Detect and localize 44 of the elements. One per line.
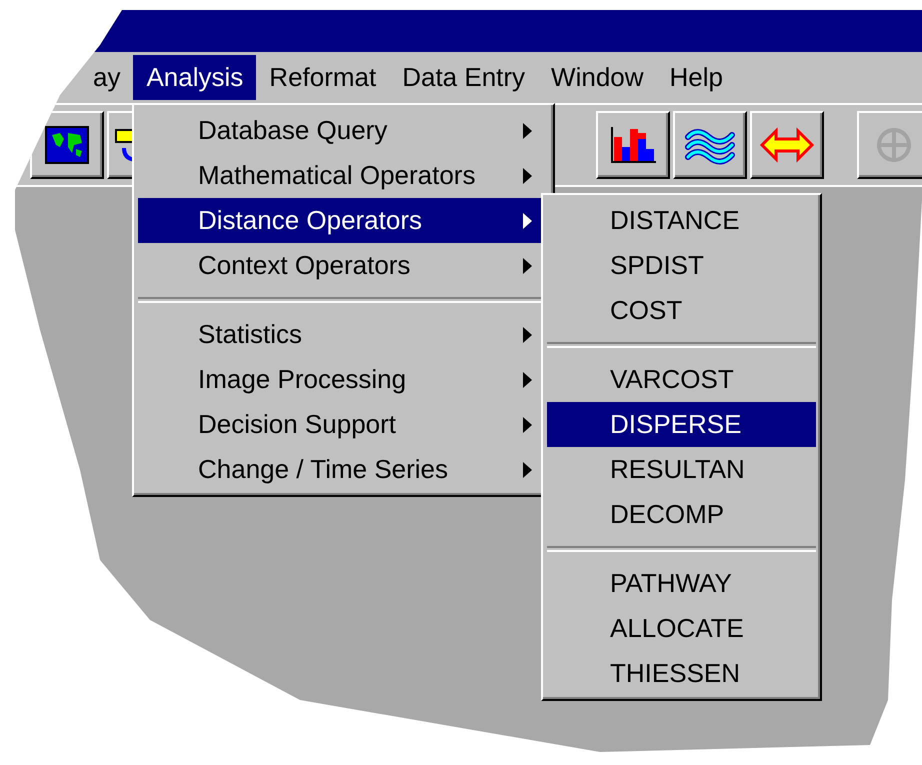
menu-bar-item[interactable]: ay (80, 55, 134, 100)
menu-item-label: Decision Support (198, 409, 396, 440)
menu-item[interactable]: THIESSEN (547, 651, 816, 696)
menu-item[interactable]: PATHWAY (547, 561, 816, 606)
menu-item-label: Mathematical Operators (198, 160, 476, 191)
menu-item[interactable]: VARCOST (547, 357, 816, 402)
menu-item-label: THIESSEN (610, 658, 740, 689)
menu-item-label: DISTANCE (610, 205, 740, 236)
menu-item-label: PATHWAY (610, 568, 732, 599)
menu-item[interactable]: RESULTAN (547, 447, 816, 492)
menu-item[interactable]: DECOMP (547, 492, 816, 537)
bar-chart-icon (608, 125, 658, 165)
toolbar-button[interactable] (750, 111, 824, 179)
toolbar-button[interactable] (673, 111, 747, 179)
menu-bar-item[interactable]: Analysis (133, 55, 256, 100)
crosshair-icon (874, 125, 914, 165)
menu-item-label: Distance Operators (198, 205, 422, 236)
menu-item[interactable]: DISPERSE (547, 402, 816, 447)
menu-item-label: RESULTAN (610, 454, 745, 485)
toolbar-button[interactable] (596, 111, 670, 179)
menu-item[interactable]: COST (547, 288, 816, 333)
menu-item-label: Statistics (198, 319, 302, 350)
menu-item-label: COST (610, 295, 682, 326)
menu-item-label: DECOMP (610, 499, 724, 530)
menu-item-label: DISPERSE (610, 409, 742, 440)
menu-item-label: Change / Time Series (198, 454, 448, 485)
menu-bar-item[interactable]: Data Entry (389, 55, 538, 100)
menu-item[interactable]: Mathematical Operators (138, 153, 549, 198)
menu-item-label: ALLOCATE (610, 613, 744, 644)
menu-item[interactable]: ALLOCATE (547, 606, 816, 651)
menu-item[interactable]: DISTANCE (547, 198, 816, 243)
menu-bar-item[interactable]: Help (656, 55, 736, 100)
menu-bar-item[interactable]: Window (538, 55, 657, 100)
menu-bar-item[interactable]: Reformat (256, 55, 390, 100)
menu-item-label: Database Query (198, 115, 388, 146)
menu-item-label: Context Operators (198, 250, 410, 281)
menu-item[interactable]: Database Query (138, 108, 549, 153)
toolbar-button[interactable] (30, 111, 104, 179)
menu-item-label: SPDIST (610, 250, 704, 281)
double-arrow-icon (760, 127, 814, 163)
globe-icon (44, 125, 90, 165)
menu-item-label: VARCOST (610, 364, 734, 395)
menu-item-label: Image Processing (198, 364, 406, 395)
menu-item[interactable]: SPDIST (547, 243, 816, 288)
